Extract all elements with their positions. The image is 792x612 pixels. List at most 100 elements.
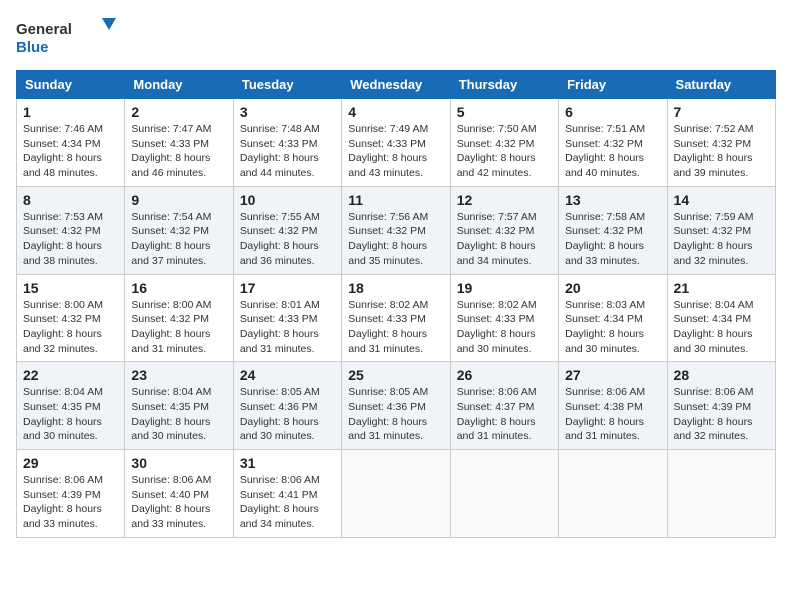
day-number: 24: [240, 367, 335, 383]
day-number: 30: [131, 455, 226, 471]
day-info: Sunrise: 7:49 AMSunset: 4:33 PMDaylight:…: [348, 122, 443, 181]
day-number: 26: [457, 367, 552, 383]
calendar-cell: 5 Sunrise: 7:50 AMSunset: 4:32 PMDayligh…: [450, 99, 558, 187]
day-info: Sunrise: 7:59 AMSunset: 4:32 PMDaylight:…: [674, 210, 769, 269]
day-info: Sunrise: 7:57 AMSunset: 4:32 PMDaylight:…: [457, 210, 552, 269]
week-row-4: 22 Sunrise: 8:04 AMSunset: 4:35 PMDaylig…: [17, 362, 776, 450]
day-info: Sunrise: 8:03 AMSunset: 4:34 PMDaylight:…: [565, 298, 660, 357]
day-number: 22: [23, 367, 118, 383]
day-number: 7: [674, 104, 769, 120]
calendar-cell: 14 Sunrise: 7:59 AMSunset: 4:32 PMDaylig…: [667, 186, 775, 274]
calendar-cell: [667, 450, 775, 538]
weekday-header-tuesday: Tuesday: [233, 71, 341, 99]
day-info: Sunrise: 7:56 AMSunset: 4:32 PMDaylight:…: [348, 210, 443, 269]
day-info: Sunrise: 8:02 AMSunset: 4:33 PMDaylight:…: [348, 298, 443, 357]
day-info: Sunrise: 8:06 AMSunset: 4:41 PMDaylight:…: [240, 473, 335, 532]
weekday-header-thursday: Thursday: [450, 71, 558, 99]
day-info: Sunrise: 7:48 AMSunset: 4:33 PMDaylight:…: [240, 122, 335, 181]
day-info: Sunrise: 8:06 AMSunset: 4:38 PMDaylight:…: [565, 385, 660, 444]
calendar-cell: 3 Sunrise: 7:48 AMSunset: 4:33 PMDayligh…: [233, 99, 341, 187]
calendar-cell: 20 Sunrise: 8:03 AMSunset: 4:34 PMDaylig…: [559, 274, 667, 362]
calendar-cell: 19 Sunrise: 8:02 AMSunset: 4:33 PMDaylig…: [450, 274, 558, 362]
day-info: Sunrise: 8:04 AMSunset: 4:34 PMDaylight:…: [674, 298, 769, 357]
day-number: 27: [565, 367, 660, 383]
weekday-header-row: SundayMondayTuesdayWednesdayThursdayFrid…: [17, 71, 776, 99]
day-info: Sunrise: 7:52 AMSunset: 4:32 PMDaylight:…: [674, 122, 769, 181]
day-number: 25: [348, 367, 443, 383]
day-info: Sunrise: 7:55 AMSunset: 4:32 PMDaylight:…: [240, 210, 335, 269]
day-number: 28: [674, 367, 769, 383]
calendar-cell: 15 Sunrise: 8:00 AMSunset: 4:32 PMDaylig…: [17, 274, 125, 362]
day-info: Sunrise: 8:00 AMSunset: 4:32 PMDaylight:…: [23, 298, 118, 357]
week-row-1: 1 Sunrise: 7:46 AMSunset: 4:34 PMDayligh…: [17, 99, 776, 187]
calendar-cell: 29 Sunrise: 8:06 AMSunset: 4:39 PMDaylig…: [17, 450, 125, 538]
calendar-cell: 31 Sunrise: 8:06 AMSunset: 4:41 PMDaylig…: [233, 450, 341, 538]
day-number: 16: [131, 280, 226, 296]
day-info: Sunrise: 7:47 AMSunset: 4:33 PMDaylight:…: [131, 122, 226, 181]
day-number: 10: [240, 192, 335, 208]
calendar-cell: 18 Sunrise: 8:02 AMSunset: 4:33 PMDaylig…: [342, 274, 450, 362]
day-number: 3: [240, 104, 335, 120]
calendar-cell: 26 Sunrise: 8:06 AMSunset: 4:37 PMDaylig…: [450, 362, 558, 450]
day-number: 17: [240, 280, 335, 296]
day-info: Sunrise: 8:06 AMSunset: 4:39 PMDaylight:…: [23, 473, 118, 532]
week-row-3: 15 Sunrise: 8:00 AMSunset: 4:32 PMDaylig…: [17, 274, 776, 362]
day-info: Sunrise: 8:06 AMSunset: 4:39 PMDaylight:…: [674, 385, 769, 444]
calendar-cell: [450, 450, 558, 538]
day-info: Sunrise: 8:06 AMSunset: 4:37 PMDaylight:…: [457, 385, 552, 444]
calendar-cell: 4 Sunrise: 7:49 AMSunset: 4:33 PMDayligh…: [342, 99, 450, 187]
day-number: 6: [565, 104, 660, 120]
calendar-cell: 6 Sunrise: 7:51 AMSunset: 4:32 PMDayligh…: [559, 99, 667, 187]
logo: General Blue: [16, 16, 116, 58]
day-number: 29: [23, 455, 118, 471]
calendar-cell: 12 Sunrise: 7:57 AMSunset: 4:32 PMDaylig…: [450, 186, 558, 274]
calendar-cell: 24 Sunrise: 8:05 AMSunset: 4:36 PMDaylig…: [233, 362, 341, 450]
day-number: 13: [565, 192, 660, 208]
calendar-cell: 21 Sunrise: 8:04 AMSunset: 4:34 PMDaylig…: [667, 274, 775, 362]
calendar-cell: [342, 450, 450, 538]
calendar-cell: 17 Sunrise: 8:01 AMSunset: 4:33 PMDaylig…: [233, 274, 341, 362]
day-info: Sunrise: 7:54 AMSunset: 4:32 PMDaylight:…: [131, 210, 226, 269]
calendar-cell: 25 Sunrise: 8:05 AMSunset: 4:36 PMDaylig…: [342, 362, 450, 450]
header: General Blue: [16, 16, 776, 58]
day-number: 1: [23, 104, 118, 120]
day-info: Sunrise: 8:02 AMSunset: 4:33 PMDaylight:…: [457, 298, 552, 357]
calendar-cell: 13 Sunrise: 7:58 AMSunset: 4:32 PMDaylig…: [559, 186, 667, 274]
day-info: Sunrise: 7:46 AMSunset: 4:34 PMDaylight:…: [23, 122, 118, 181]
day-number: 14: [674, 192, 769, 208]
day-number: 12: [457, 192, 552, 208]
logo-svg: General Blue: [16, 16, 116, 58]
calendar-cell: 9 Sunrise: 7:54 AMSunset: 4:32 PMDayligh…: [125, 186, 233, 274]
day-info: Sunrise: 7:51 AMSunset: 4:32 PMDaylight:…: [565, 122, 660, 181]
week-row-5: 29 Sunrise: 8:06 AMSunset: 4:39 PMDaylig…: [17, 450, 776, 538]
day-info: Sunrise: 7:58 AMSunset: 4:32 PMDaylight:…: [565, 210, 660, 269]
day-number: 23: [131, 367, 226, 383]
calendar-cell: 10 Sunrise: 7:55 AMSunset: 4:32 PMDaylig…: [233, 186, 341, 274]
weekday-header-wednesday: Wednesday: [342, 71, 450, 99]
day-number: 21: [674, 280, 769, 296]
day-number: 15: [23, 280, 118, 296]
calendar-cell: 27 Sunrise: 8:06 AMSunset: 4:38 PMDaylig…: [559, 362, 667, 450]
calendar-table: SundayMondayTuesdayWednesdayThursdayFrid…: [16, 70, 776, 538]
day-number: 4: [348, 104, 443, 120]
calendar-cell: [559, 450, 667, 538]
calendar-cell: 28 Sunrise: 8:06 AMSunset: 4:39 PMDaylig…: [667, 362, 775, 450]
day-info: Sunrise: 7:50 AMSunset: 4:32 PMDaylight:…: [457, 122, 552, 181]
day-info: Sunrise: 8:04 AMSunset: 4:35 PMDaylight:…: [23, 385, 118, 444]
calendar-cell: 22 Sunrise: 8:04 AMSunset: 4:35 PMDaylig…: [17, 362, 125, 450]
day-number: 18: [348, 280, 443, 296]
calendar-cell: 11 Sunrise: 7:56 AMSunset: 4:32 PMDaylig…: [342, 186, 450, 274]
calendar-cell: 1 Sunrise: 7:46 AMSunset: 4:34 PMDayligh…: [17, 99, 125, 187]
day-number: 20: [565, 280, 660, 296]
day-number: 11: [348, 192, 443, 208]
svg-text:General: General: [16, 21, 72, 38]
day-info: Sunrise: 7:53 AMSunset: 4:32 PMDaylight:…: [23, 210, 118, 269]
day-info: Sunrise: 8:01 AMSunset: 4:33 PMDaylight:…: [240, 298, 335, 357]
day-info: Sunrise: 8:04 AMSunset: 4:35 PMDaylight:…: [131, 385, 226, 444]
day-number: 9: [131, 192, 226, 208]
day-info: Sunrise: 8:05 AMSunset: 4:36 PMDaylight:…: [240, 385, 335, 444]
day-info: Sunrise: 8:06 AMSunset: 4:40 PMDaylight:…: [131, 473, 226, 532]
calendar-cell: 8 Sunrise: 7:53 AMSunset: 4:32 PMDayligh…: [17, 186, 125, 274]
day-number: 8: [23, 192, 118, 208]
day-number: 5: [457, 104, 552, 120]
